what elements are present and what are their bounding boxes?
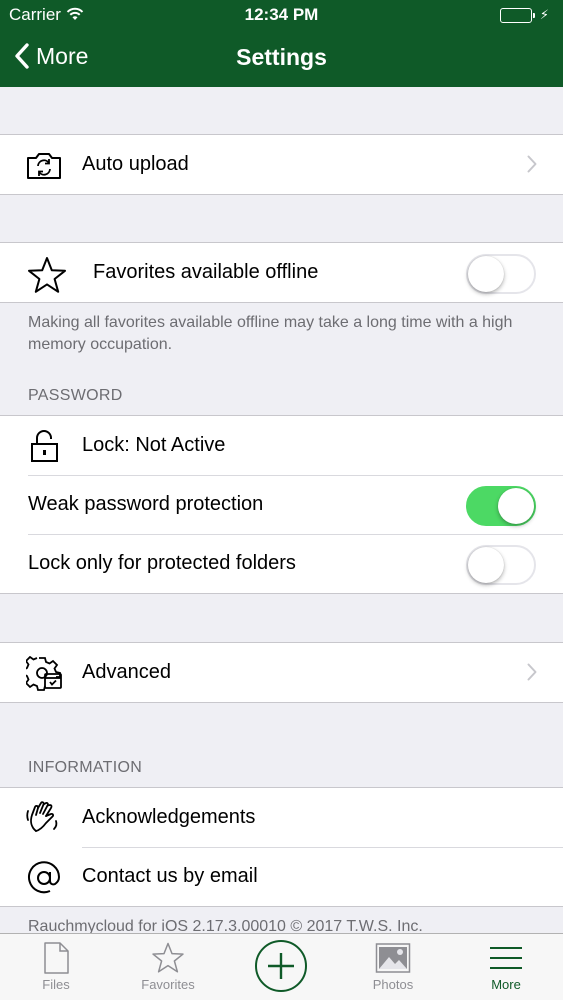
weak-password-label: Weak password protection [28, 493, 264, 515]
information-section-header: INFORMATION [28, 759, 143, 776]
camera-sync-icon [26, 148, 62, 182]
favorites-offline-group: Favorites available offline [0, 242, 563, 303]
tab-favorites[interactable]: Favorites [118, 934, 218, 1000]
star-icon [27, 256, 66, 293]
tab-add[interactable] [231, 934, 331, 1000]
tab-bar: Files Favorites Photos More [0, 933, 563, 1000]
chevron-right-icon [527, 155, 537, 173]
tab-photos-label: Photos [372, 977, 414, 992]
favorites-offline-footnote: Making all favorites available offline m… [28, 314, 513, 353]
contact-email-row[interactable]: Contact us by email [0, 847, 563, 906]
acknowledgements-row[interactable]: Acknowledgements [0, 788, 563, 847]
lock-status-label: Lock: Not Active [82, 434, 226, 456]
settings-list[interactable]: Auto upload Favorites available offline … [0, 87, 563, 933]
status-bar: Carrier 12:34 PM ⚡ [0, 0, 563, 30]
charging-bolt-icon: ⚡ [539, 7, 549, 22]
photo-icon [375, 943, 411, 973]
unlocked-padlock-icon [30, 429, 66, 463]
password-section-header: PASSWORD [28, 387, 123, 404]
favorites-offline-row: Favorites available offline [0, 243, 563, 302]
chevron-left-icon [15, 43, 29, 69]
auto-upload-group: Auto upload [0, 134, 563, 195]
auto-upload-row[interactable]: Auto upload [0, 135, 563, 194]
app-version-footnote: Rauchmycloud for iOS 2.17.3.00010 © 2017… [28, 918, 423, 933]
contact-email-label: Contact us by email [82, 865, 258, 887]
information-group: Acknowledgements Contact us by email [0, 787, 563, 907]
protected-folders-toggle[interactable] [466, 545, 536, 585]
weak-password-toggle[interactable] [466, 486, 536, 526]
password-group: Lock: Not Active Weak password protectio… [0, 415, 563, 594]
tab-more-label: More [491, 977, 521, 992]
tab-files[interactable]: Files [6, 934, 106, 1000]
plus-circle-icon [255, 940, 307, 992]
tab-more[interactable]: More [456, 934, 556, 1000]
status-time: 12:34 PM [244, 5, 319, 24]
chevron-right-icon [527, 663, 537, 681]
tab-photos[interactable]: Photos [343, 934, 443, 1000]
gear-settings-icon [24, 655, 62, 691]
advanced-group: Advanced [0, 642, 563, 703]
protected-folders-row: Lock only for protected folders [0, 534, 563, 593]
at-sign-icon [26, 860, 62, 894]
star-icon [152, 942, 184, 973]
battery-icon: ⚡ [499, 7, 549, 23]
file-icon [44, 942, 69, 974]
favorites-offline-toggle[interactable] [466, 254, 536, 294]
waving-hand-icon [26, 801, 62, 835]
protected-folders-label: Lock only for protected folders [28, 552, 296, 574]
weak-password-row: Weak password protection [0, 475, 563, 534]
advanced-row[interactable]: Advanced [0, 643, 563, 702]
tab-files-label: Files [42, 977, 70, 992]
tab-favorites-label: Favorites [141, 977, 195, 992]
acknowledgements-label: Acknowledgements [82, 806, 256, 828]
menu-icon [490, 947, 522, 969]
back-button-label: More [36, 42, 89, 69]
advanced-label: Advanced [82, 661, 171, 683]
back-button[interactable]: More [14, 42, 88, 70]
auto-upload-label: Auto upload [82, 153, 189, 175]
favorites-offline-label: Favorites available offline [93, 261, 319, 283]
lock-row[interactable]: Lock: Not Active [0, 416, 563, 475]
navigation-bar: More Settings [0, 30, 563, 87]
